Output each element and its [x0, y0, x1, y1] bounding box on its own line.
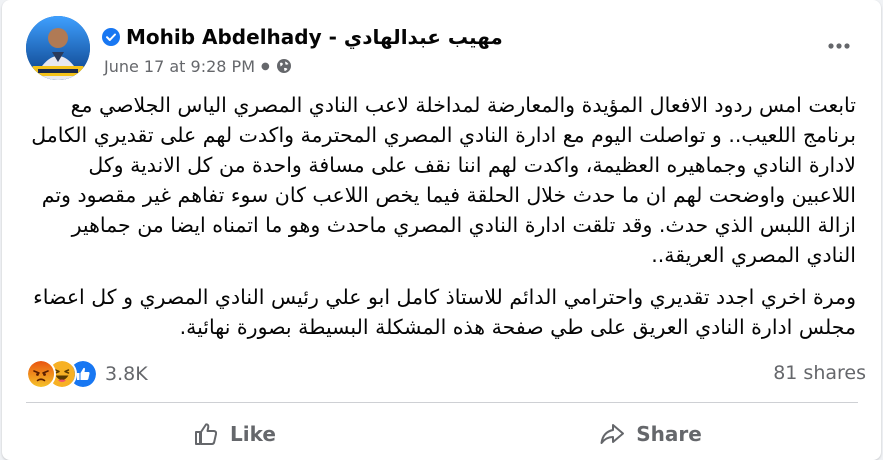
post-header: Mohib Abdelhady - مهيب عبدالهادي June 17… [26, 16, 866, 80]
post-body: تابعت امس ردود الافعال المؤيدة والمعارضة… [26, 90, 856, 342]
like-button[interactable]: Like [26, 410, 442, 458]
ellipsis-icon [828, 43, 850, 49]
author-name[interactable]: Mohib Abdelhady - مهيب عبدالهادي [126, 25, 503, 49]
thumbs-up-icon [195, 423, 218, 445]
post-paragraph: تابعت امس ردود الافعال المؤيدة والمعارضة… [31, 93, 856, 267]
like-label: Like [230, 422, 276, 446]
share-count[interactable]: 81 shares [773, 362, 866, 384]
more-options-button[interactable] [819, 28, 859, 64]
post-paragraph: ومرة اخري اجدد تقديري واحترامي الدائم لل… [33, 285, 856, 339]
angry-reaction-icon [26, 359, 56, 389]
verified-badge-icon [102, 28, 120, 46]
post-meta: June 17 at 9:28 PM ● [104, 56, 292, 76]
post-card: Mohib Abdelhady - مهيب عبدالهادي June 17… [2, 0, 881, 460]
globe-icon[interactable] [276, 58, 292, 74]
reactions-bar: 3.8K 81 shares [26, 358, 866, 390]
post-timestamp[interactable]: June 17 at 9:28 PM [104, 57, 255, 76]
reaction-icons[interactable] [26, 359, 98, 389]
share-arrow-icon [600, 424, 625, 444]
share-label: Share [636, 422, 702, 446]
reaction-count[interactable]: 3.8K [105, 363, 148, 385]
post-actions: Like Share [26, 410, 858, 458]
share-button[interactable]: Share [442, 410, 858, 458]
divider [26, 402, 858, 403]
separator-dot: ● [261, 60, 270, 72]
author-avatar[interactable] [26, 16, 90, 80]
author-line: Mohib Abdelhady - مهيب عبدالهادي [102, 24, 503, 50]
